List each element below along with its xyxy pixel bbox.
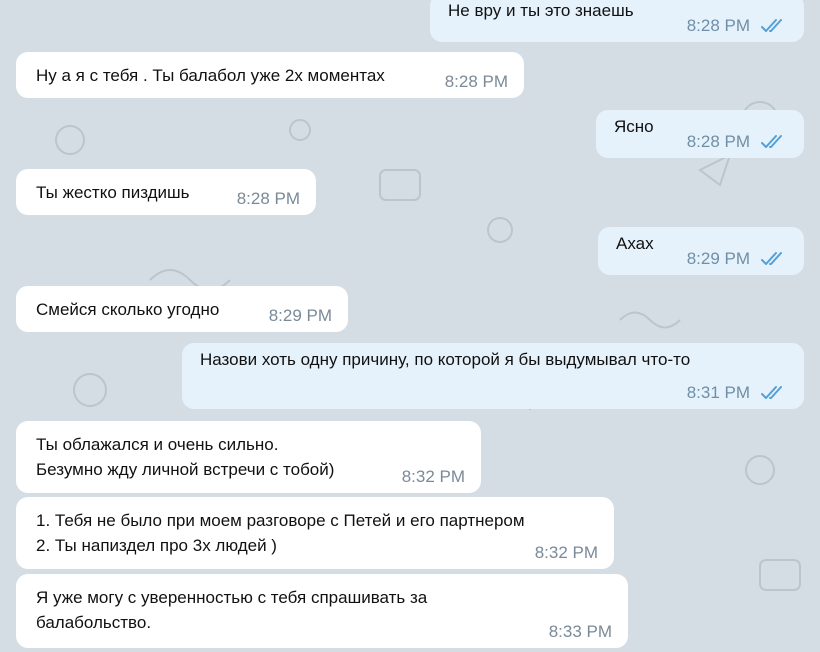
chat-message-list: Не вру и ты это знаешь 8:28 PM Ну а я с те… (0, 0, 820, 652)
message-meta: 8:29 PM (687, 246, 786, 271)
message-time: 8:32 PM (534, 543, 598, 562)
incoming-message[interactable]: 1. Тебя не было при моем разговоре с Пет… (16, 497, 614, 569)
incoming-message[interactable]: Ну а я с тебя . Ты балабол уже 2х момент… (16, 52, 524, 98)
outgoing-message[interactable]: Назови хоть одну причину, по которой я б… (182, 343, 804, 409)
message-time: 8:28 PM (686, 16, 750, 35)
double-check-icon (761, 385, 782, 399)
incoming-message[interactable]: Ты облажался и очень сильно. Безумно жду… (16, 421, 481, 493)
message-meta: 8:28 PM (687, 129, 786, 154)
outgoing-message[interactable]: Ахах 8:29 PM (598, 227, 804, 275)
message-time: 8:29 PM (686, 249, 750, 268)
message-meta: 8:31 PM (687, 380, 786, 405)
message-text: Назови хоть одну причину, по которой я б… (200, 350, 691, 369)
message-meta: 8:28 PM (237, 186, 300, 211)
message-time: 8:33 PM (548, 622, 612, 641)
message-time: 8:28 PM (686, 132, 750, 151)
double-check-icon (761, 18, 782, 32)
double-check-icon (761, 134, 782, 148)
double-check-icon (761, 251, 782, 265)
message-meta: 8:32 PM (535, 540, 598, 565)
message-time: 8:29 PM (268, 306, 332, 325)
incoming-message[interactable]: Я уже могу с уверенностью с тебя спрашив… (16, 574, 628, 648)
message-meta: 8:29 PM (269, 303, 332, 328)
message-time: 8:31 PM (686, 383, 750, 402)
message-text: Ну а я с тебя . Ты балабол уже 2х момент… (36, 66, 385, 85)
outgoing-message[interactable]: Ясно 8:28 PM (596, 110, 804, 158)
message-meta: 8:28 PM (445, 69, 508, 94)
message-meta: 8:32 PM (402, 464, 465, 489)
message-time: 8:28 PM (236, 189, 300, 208)
message-text: Я уже могу с уверенностью с тебя спрашив… (36, 588, 428, 632)
message-text: 1. Тебя не было при моем разговоре с Пет… (36, 511, 525, 555)
message-meta: 8:28 PM (687, 13, 786, 38)
message-time: 8:28 PM (444, 72, 508, 91)
incoming-message[interactable]: Смейся сколько угодно 8:29 PM (16, 286, 348, 332)
incoming-message[interactable]: Ты жестко пиздишь 8:28 PM (16, 169, 316, 215)
outgoing-message[interactable]: Не вру и ты это знаешь 8:28 PM (430, 0, 804, 42)
message-meta: 8:33 PM (549, 619, 612, 644)
message-time: 8:32 PM (401, 467, 465, 486)
